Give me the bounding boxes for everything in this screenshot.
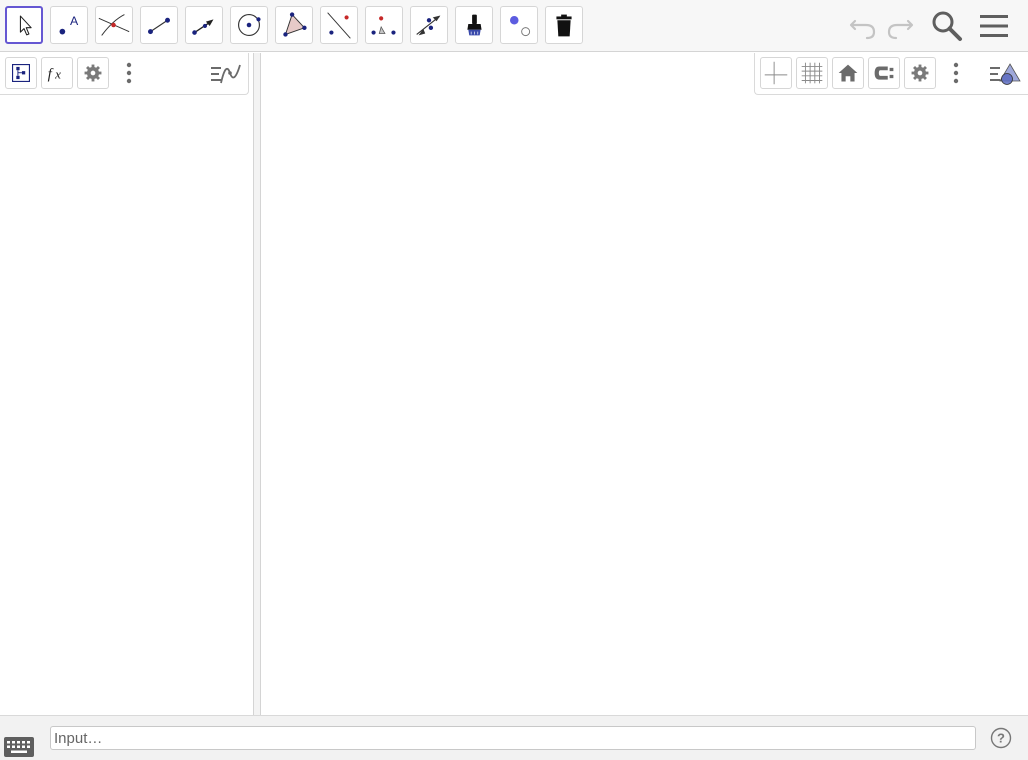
input-help-fx-button[interactable]: f x [41, 57, 73, 89]
main-menu-button[interactable] [976, 8, 1012, 44]
undo-icon [849, 19, 876, 40]
algebra-view-toggle-button[interactable] [208, 59, 244, 89]
home-icon [838, 64, 858, 82]
svg-text:f: f [48, 67, 54, 83]
intersect-tool-button[interactable] [95, 6, 133, 44]
fx-icon: f x [48, 67, 62, 83]
main-toolbar: A [0, 0, 1028, 52]
pen-tool-button[interactable] [455, 6, 493, 44]
algebra-description-icon [12, 64, 30, 82]
segment-icon [148, 17, 170, 35]
cursor-arrow-icon [19, 15, 32, 36]
graphics-more-button[interactable] [948, 59, 964, 89]
gear-icon [911, 64, 929, 82]
vector-icon [192, 19, 214, 35]
graphics-view[interactable] [261, 53, 1028, 715]
algebra-settings-button[interactable] [77, 57, 109, 89]
point-capturing-button[interactable] [868, 57, 900, 89]
reflect-tool-button[interactable] [410, 6, 448, 44]
virtual-keyboard-button[interactable] [4, 737, 34, 757]
circle-tool-button[interactable] [230, 6, 268, 44]
redo-icon [887, 19, 914, 40]
delete-tool-button[interactable] [545, 6, 583, 44]
axes-icon [764, 61, 788, 85]
move-tool-button[interactable] [5, 6, 43, 44]
undo-button[interactable] [845, 8, 881, 44]
algebra-input-field[interactable] [50, 726, 976, 750]
keyboard-icon [4, 737, 34, 757]
brush-icon [467, 14, 482, 36]
point-label-glyph: A [70, 14, 79, 28]
reflect-icon [416, 15, 441, 36]
algebra-style-bar: f x [0, 53, 249, 95]
grid-icon [801, 62, 823, 84]
show-hide-icon [510, 16, 531, 37]
point-capturing-icon [874, 66, 894, 80]
search-button[interactable] [929, 8, 965, 44]
show-grid-button[interactable] [796, 57, 828, 89]
segment-tool-button[interactable] [140, 6, 178, 44]
svg-text:x: x [54, 67, 61, 82]
circle-center-point-icon [238, 14, 261, 36]
polygon-tool-button[interactable] [275, 6, 313, 44]
algebra-description-button[interactable] [5, 57, 37, 89]
redo-button[interactable] [882, 8, 918, 44]
algebra-more-button[interactable] [121, 59, 137, 89]
standard-view-home-button[interactable] [832, 57, 864, 89]
point-label-icon: A [59, 14, 79, 35]
more-vertical-icon [126, 62, 132, 84]
graphics-settings-button[interactable] [904, 57, 936, 89]
trash-icon [556, 14, 572, 37]
perpendicular-line-icon [327, 12, 351, 39]
input-help-button[interactable]: ? [990, 727, 1012, 749]
graphics-view-toggle-icon [990, 63, 1021, 85]
point-tool-button[interactable]: A [50, 6, 88, 44]
polygon-icon [283, 12, 307, 37]
vector-tool-button[interactable] [185, 6, 223, 44]
show-axes-button[interactable] [760, 57, 792, 89]
angle-tool-button[interactable] [365, 6, 403, 44]
svg-text:?: ? [997, 731, 1005, 746]
more-vertical-icon [953, 62, 959, 84]
help-question-icon: ? [990, 727, 1012, 749]
input-bar: ? [0, 715, 1028, 760]
perpendicular-line-tool-button[interactable] [320, 6, 358, 44]
search-icon [932, 11, 962, 41]
graphics-view-toggle-button[interactable] [987, 59, 1023, 89]
algebra-view-toggle-icon [211, 64, 241, 84]
menu-icon [980, 15, 1008, 37]
intersect-icon [98, 14, 130, 36]
show-hide-object-tool-button[interactable] [500, 6, 538, 44]
panel-splitter[interactable] [253, 53, 261, 715]
angle-icon [371, 16, 396, 35]
gear-icon [84, 64, 102, 82]
algebra-view[interactable]: f x [0, 53, 253, 715]
graphics-style-bar [754, 53, 1028, 95]
